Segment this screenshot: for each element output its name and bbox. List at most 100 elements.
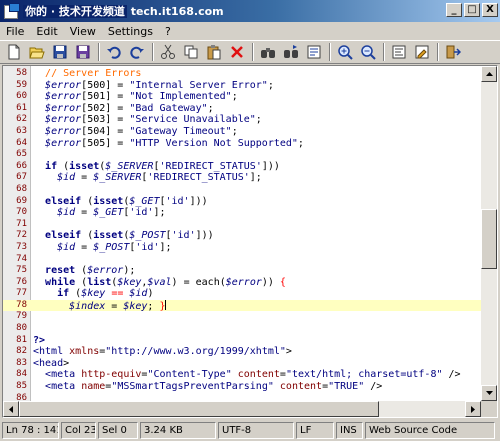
- code-line[interactable]: 73 $id = $_POST['id'];: [3, 242, 481, 254]
- code-line[interactable]: 74: [3, 254, 481, 266]
- code-line[interactable]: 58 // Server Errors: [3, 68, 481, 80]
- close-button[interactable]: X: [482, 3, 498, 17]
- code-text[interactable]: $error[502] = "Bad Gateway";: [33, 103, 214, 115]
- status-lexer[interactable]: Web Source Code: [365, 422, 495, 439]
- menu-settings[interactable]: Settings: [102, 25, 159, 38]
- zoom-in-button[interactable]: [335, 42, 355, 62]
- code-text[interactable]: $id = $_GET['id'];: [33, 207, 165, 219]
- code-line[interactable]: 59 $error[500] = "Internal Server Error"…: [3, 80, 481, 92]
- code-line[interactable]: 75 reset ($error);: [3, 265, 481, 277]
- code-text[interactable]: $error[500] = "Internal Server Error";: [33, 80, 274, 92]
- line-number: 74: [16, 253, 27, 264]
- code-line[interactable]: 85 <meta name="MSSmartTagsPreventParsing…: [3, 381, 481, 393]
- code-text[interactable]: <html xmlns="http://www.w3.org/1999/xhtm…: [33, 346, 292, 358]
- open-button[interactable]: [27, 42, 47, 62]
- line-number: 76: [16, 276, 27, 287]
- cut-button[interactable]: [158, 42, 178, 62]
- status-encoding[interactable]: UTF-8: [218, 422, 294, 439]
- code-text[interactable]: elseif (isset($_GET['id'])): [33, 196, 208, 208]
- line-number: 69: [16, 195, 27, 206]
- find-next-button[interactable]: [281, 42, 301, 62]
- new-file-button[interactable]: [4, 42, 24, 62]
- code-text[interactable]: <meta http-equiv="Content-Type" content=…: [33, 369, 461, 381]
- code-line[interactable]: 65: [3, 149, 481, 161]
- word-wrap-button[interactable]: [389, 42, 409, 62]
- line-number: 59: [16, 79, 27, 90]
- code-text[interactable]: // Server Errors: [33, 68, 141, 80]
- scroll-right-button[interactable]: [465, 401, 481, 417]
- code-line[interactable]: 80: [3, 323, 481, 335]
- code-text[interactable]: elseif (isset($_POST['id'])): [33, 230, 214, 242]
- undo-button[interactable]: [104, 42, 124, 62]
- code-line[interactable]: 82 <html xmlns="http://www.w3.org/1999/xh…: [3, 346, 481, 358]
- find-button[interactable]: [258, 42, 278, 62]
- line-number: 60: [16, 91, 27, 102]
- menu-help[interactable]: ?: [159, 25, 177, 38]
- code-line[interactable]: 69 elseif (isset($_GET['id'])): [3, 196, 481, 208]
- vertical-scrollbar[interactable]: [481, 66, 497, 401]
- paste-button[interactable]: [204, 42, 224, 62]
- line-number: 65: [16, 149, 27, 160]
- code-line[interactable]: 81 ?>: [3, 335, 481, 347]
- minimize-button[interactable]: _: [446, 3, 462, 17]
- replace-button[interactable]: [304, 42, 324, 62]
- code-line[interactable]: 84 <meta http-equiv="Content-Type" conte…: [3, 369, 481, 381]
- vertical-scroll-thumb[interactable]: [481, 209, 497, 269]
- code-text[interactable]: while (list($key,$val) = each($error)) {: [33, 277, 286, 289]
- save-as-button[interactable]: [73, 42, 93, 62]
- code-text[interactable]: $id = $_POST['id'];: [33, 242, 171, 254]
- code-line[interactable]: 77 if ($key == $id): [3, 288, 481, 300]
- code-line[interactable]: 61 $error[502] = "Bad Gateway";: [3, 103, 481, 115]
- code-text[interactable]: if (isset($_SERVER['REDIRECT_STATUS'])): [33, 161, 280, 173]
- save-button[interactable]: [50, 42, 70, 62]
- code-area[interactable]: 58 // Server Errors 59 $error[500] = "Int…: [3, 68, 481, 400]
- code-text[interactable]: $error[501] = "Not Implemented";: [33, 91, 238, 103]
- code-line[interactable]: 76 while (list($key,$val) = each($error)…: [3, 277, 481, 289]
- code-text[interactable]: $id = $_SERVER['REDIRECT_STATUS'];: [33, 172, 262, 184]
- copy-button[interactable]: [181, 42, 201, 62]
- code-line[interactable]: 83 <head>: [3, 358, 481, 370]
- menu-file[interactable]: File: [0, 25, 30, 38]
- zoom-out-button[interactable]: [358, 42, 378, 62]
- code-text[interactable]: $error[504] = "Gateway Timeout";: [33, 126, 238, 138]
- app-icon[interactable]: [3, 3, 20, 19]
- scroll-down-button[interactable]: [481, 385, 497, 401]
- code-line[interactable]: 66 if (isset($_SERVER['REDIRECT_STATUS']…: [3, 161, 481, 173]
- title-bar: 你的 · 技术开发频道 tech.it168.com _ □ X: [0, 0, 500, 22]
- delete-button[interactable]: [227, 42, 247, 62]
- code-line[interactable]: 67 $id = $_SERVER['REDIRECT_STATUS'];: [3, 172, 481, 184]
- code-text[interactable]: if ($key == $id): [33, 288, 153, 300]
- maximize-button[interactable]: □: [464, 3, 480, 17]
- code-line[interactable]: 68: [3, 184, 481, 196]
- properties-button[interactable]: [412, 42, 432, 62]
- code-line[interactable]: 72 elseif (isset($_POST['id'])): [3, 230, 481, 242]
- status-insert-mode[interactable]: INS: [336, 422, 363, 439]
- code-text[interactable]: $error[503] = "Service Unavailable";: [33, 114, 262, 126]
- toolbar-separator: [98, 43, 100, 61]
- code-editor[interactable]: 58 // Server Errors 59 $error[500] = "Int…: [2, 65, 498, 418]
- horizontal-scrollbar[interactable]: [3, 401, 481, 417]
- code-text[interactable]: $error[505] = "HTTP Version Not Supporte…: [33, 138, 304, 150]
- code-text[interactable]: reset ($error);: [33, 265, 135, 277]
- code-line[interactable]: 60 $error[501] = "Not Implemented";: [3, 91, 481, 103]
- status-line-ending[interactable]: LF: [296, 422, 334, 439]
- code-text[interactable]: <meta name="MSSmartTagsPreventParsing" c…: [33, 381, 382, 393]
- code-line[interactable]: 70 $id = $_GET['id'];: [3, 207, 481, 219]
- code-line[interactable]: 71: [3, 219, 481, 231]
- menu-edit[interactable]: Edit: [30, 25, 63, 38]
- code-line[interactable]: 78 $index = $key; }: [3, 299, 481, 312]
- horizontal-scroll-thumb[interactable]: [19, 401, 379, 417]
- code-line[interactable]: 86: [3, 393, 481, 400]
- scroll-left-button[interactable]: [3, 401, 19, 417]
- line-number: 73: [16, 241, 27, 252]
- code-line[interactable]: 79: [3, 311, 481, 323]
- code-text[interactable]: ?>: [33, 335, 45, 347]
- redo-button[interactable]: [127, 42, 147, 62]
- code-line[interactable]: 63 $error[504] = "Gateway Timeout";: [3, 126, 481, 138]
- code-line[interactable]: 62 $error[503] = "Service Unavailable";: [3, 114, 481, 126]
- code-line[interactable]: 64 $error[505] = "HTTP Version Not Suppo…: [3, 138, 481, 150]
- code-text[interactable]: <head>: [33, 358, 69, 370]
- scroll-up-button[interactable]: [481, 66, 497, 82]
- exit-button[interactable]: [443, 42, 463, 62]
- menu-view[interactable]: View: [64, 25, 102, 38]
